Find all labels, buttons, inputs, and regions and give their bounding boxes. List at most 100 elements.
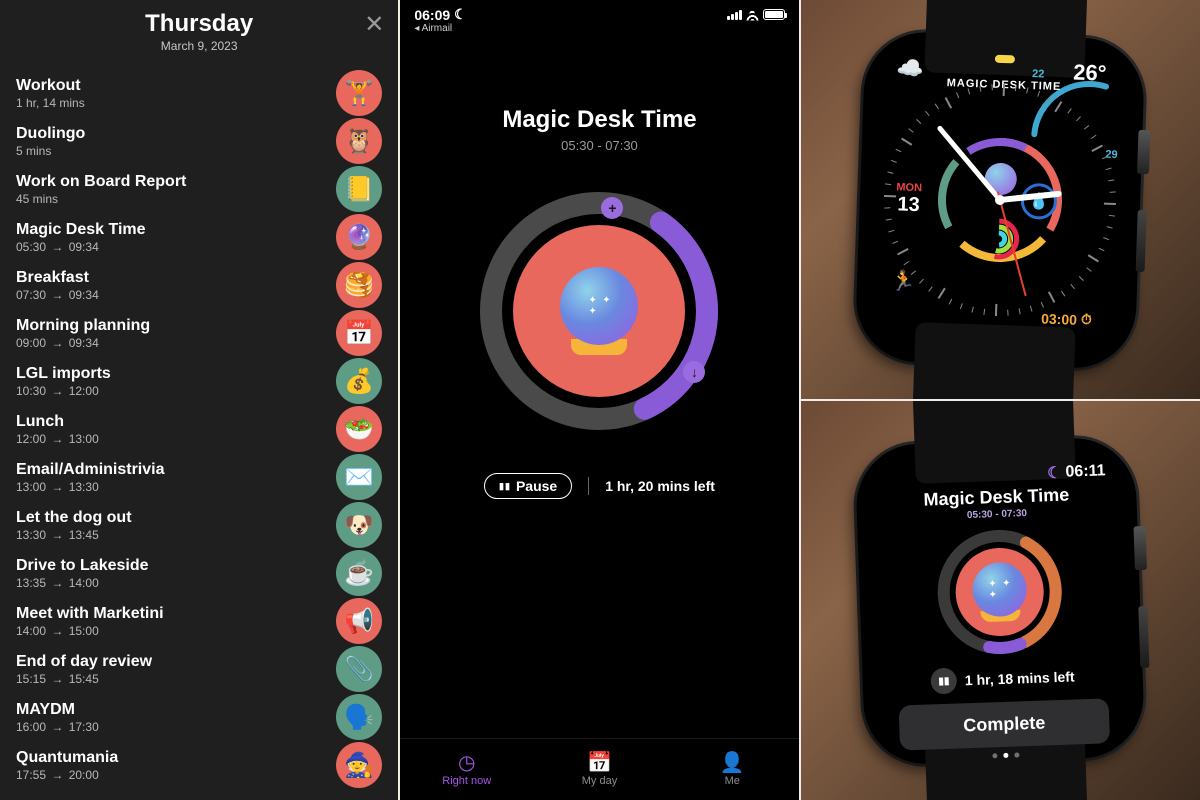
item-title: Workout — [16, 77, 85, 95]
watch-photo-face: ☁️ 26° 22 29 MAGIC DESK TIME MON13 🏃 03:… — [801, 0, 1200, 399]
item-title: Lunch — [16, 413, 99, 431]
tab-my-day[interactable]: 📅My day — [533, 739, 666, 800]
schedule-item[interactable]: Work on Board Report45 mins 📒 — [16, 165, 382, 213]
schedule-item[interactable]: Let the dog out13:30 → 13:45 🐶 — [16, 501, 382, 549]
schedule-item[interactable]: LGL imports10:30 → 12:00 💰 — [16, 357, 382, 405]
tab-right-now[interactable]: ◷Right now — [400, 739, 533, 800]
complete-button[interactable]: Complete — [899, 698, 1110, 750]
battery-icon — [763, 9, 785, 20]
schedule-list[interactable]: Workout1 hr, 14 mins🏋️Duolingo5 mins🦉Wor… — [0, 61, 398, 789]
watch-photo-app: ☾ 06:11 Magic Desk Time 05:30 - 07:30 — [801, 401, 1200, 800]
wifi-icon — [745, 9, 760, 21]
item-sub: 5 mins — [16, 144, 85, 158]
tab-icon: 👤 — [720, 753, 745, 773]
item-sub: 10:30 → 12:00 — [16, 384, 111, 398]
status-time: 06:09 — [414, 7, 450, 23]
schedule-item[interactable]: Breakfast07:30 → 09:34 🥞 — [16, 261, 382, 309]
item-sub: 17:55 → 20:00 — [16, 768, 118, 782]
item-title: Drive to Lakeside — [16, 557, 149, 575]
item-title: Let the dog out — [16, 509, 132, 527]
tab-bar: ◷Right now📅My day👤Me — [400, 738, 798, 800]
item-sub: 09:00 → 09:34 — [16, 336, 150, 350]
schedule-item[interactable]: Duolingo5 mins 🦉 — [16, 117, 382, 165]
schedule-item[interactable]: Workout1 hr, 14 mins 🏋️ — [16, 69, 382, 117]
tab-icon: 📅 — [587, 753, 612, 773]
schedule-header: Thursday March 9, 2023 ✕ — [0, 0, 398, 61]
item-sub: 07:30 → 09:34 — [16, 288, 99, 302]
pause-icon: ▮▮ — [499, 481, 511, 492]
item-title: Meet with Marketini — [16, 605, 164, 623]
item-title: Duolingo — [16, 125, 85, 143]
item-icon: 💰 — [336, 358, 382, 404]
schedule-item[interactable]: Email/Administrivia13:00 → 13:30 ✉️ — [16, 453, 382, 501]
item-sub: 14:00 → 15:00 — [16, 624, 164, 638]
item-icon: 🦉 — [336, 118, 382, 164]
tab-icon: ◷ — [458, 753, 475, 773]
item-icon: 🧙 — [336, 742, 382, 788]
schedule-item[interactable]: Drive to Lakeside13:35 → 14:00 ☕ — [16, 549, 382, 597]
watch-time-left: 1 hr, 18 mins left — [965, 668, 1075, 688]
watch-activity-range: 05:30 - 07:30 — [967, 508, 1027, 521]
cell-signal-icon — [727, 10, 742, 20]
activity-range: 05:30 - 07:30 — [561, 138, 638, 153]
item-icon: ☕ — [336, 550, 382, 596]
item-title: Quantumania — [16, 749, 118, 767]
item-title: LGL imports — [16, 365, 111, 383]
schedule-item[interactable]: MAYDM16:00 → 17:30 🗣️ — [16, 693, 382, 741]
moon-icon: ☾ — [454, 6, 467, 23]
item-title: End of day review — [16, 653, 152, 671]
item-icon: 🗣️ — [336, 694, 382, 740]
item-sub: 12:00 → 13:00 — [16, 432, 99, 446]
page-dots — [992, 752, 1019, 758]
schedule-item[interactable]: Meet with Marketini14:00 → 15:00 📢 — [16, 597, 382, 645]
moon-icon: ☾ — [1047, 462, 1062, 482]
schedule-item[interactable]: Morning planning09:00 → 09:34 📅 — [16, 309, 382, 357]
item-icon: 📢 — [336, 598, 382, 644]
item-sub: 05:30 → 09:34 — [16, 240, 146, 254]
item-title: Work on Board Report — [16, 173, 186, 191]
item-icon: 🥞 — [336, 262, 382, 308]
item-title: Morning planning — [16, 317, 150, 335]
watch-pause-button[interactable]: ▮▮ — [931, 667, 958, 694]
watch-activity-title: Magic Desk Time — [924, 484, 1070, 510]
item-icon: 📅 — [336, 310, 382, 356]
item-icon: 📎 — [336, 646, 382, 692]
status-bar: 06:09 ☾ — [400, 0, 798, 23]
schedule-item[interactable]: End of day review15:15 → 15:45 📎 — [16, 645, 382, 693]
item-icon: 🥗 — [336, 406, 382, 452]
back-app-label[interactable]: ◂ Airmail — [400, 23, 798, 34]
item-icon: ✉️ — [336, 454, 382, 500]
item-title: Magic Desk Time — [16, 221, 146, 239]
watch-progress-ring — [934, 525, 1066, 657]
item-icon: 🔮 — [336, 214, 382, 260]
item-icon: 🐶 — [336, 502, 382, 548]
item-sub: 45 mins — [16, 192, 186, 206]
item-sub: 13:00 → 13:30 — [16, 480, 165, 494]
schedule-item[interactable]: Quantumania17:55 → 20:00 🧙 — [16, 741, 382, 789]
close-icon[interactable]: ✕ — [364, 10, 384, 39]
item-sub: 13:35 → 14:00 — [16, 576, 149, 590]
crystal-ball-icon — [560, 267, 638, 355]
item-title: Breakfast — [16, 269, 99, 287]
item-sub: 16:00 → 17:30 — [16, 720, 99, 734]
schedule-panel: Thursday March 9, 2023 ✕ Workout1 hr, 14… — [0, 0, 398, 800]
item-sub: 15:15 → 15:45 — [16, 672, 152, 686]
schedule-item[interactable]: Magic Desk Time05:30 → 09:34 🔮 — [16, 213, 382, 261]
item-icon: 🏋️ — [336, 70, 382, 116]
progress-ring: + ↓ — [479, 191, 719, 431]
item-title: Email/Administrivia — [16, 461, 165, 479]
item-icon: 📒 — [336, 166, 382, 212]
schedule-item[interactable]: Lunch12:00 → 13:00 🥗 — [16, 405, 382, 453]
crystal-ball-icon — [972, 561, 1028, 622]
item-sub: 13:30 → 13:45 — [16, 528, 132, 542]
date-label: March 9, 2023 — [0, 39, 398, 53]
pause-button[interactable]: ▮▮ Pause — [484, 473, 572, 499]
item-sub: 1 hr, 14 mins — [16, 96, 85, 110]
activity-title: Magic Desk Time — [502, 106, 696, 134]
tab-me[interactable]: 👤Me — [666, 739, 799, 800]
watch-status-bar: ☾ 06:11 — [873, 454, 1118, 488]
day-label: Thursday — [0, 10, 398, 38]
time-left-label: 1 hr, 20 mins left — [605, 478, 715, 494]
item-title: MAYDM — [16, 701, 99, 719]
right-now-panel: 06:09 ☾ ◂ Airmail Magic Desk Time 05:30 … — [400, 0, 798, 800]
